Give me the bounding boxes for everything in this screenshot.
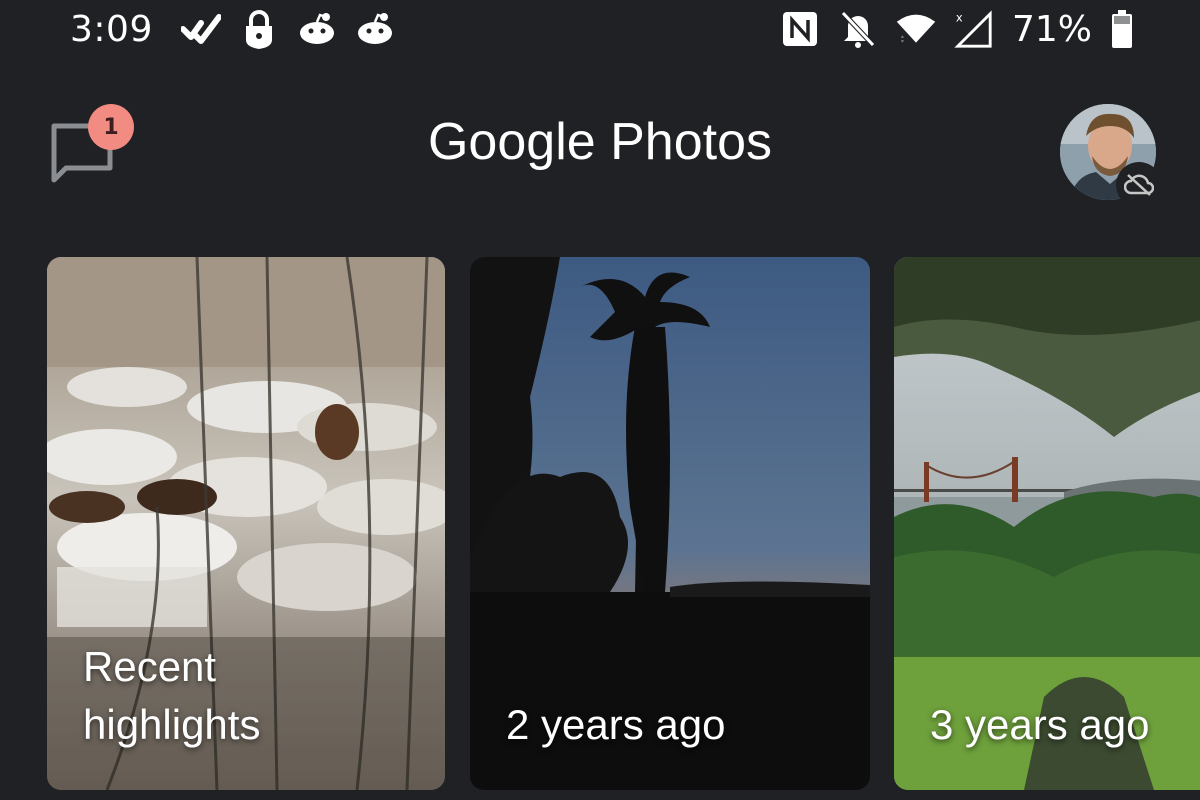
- memory-label: 3 years ago: [930, 696, 1149, 754]
- memory-label: 2 years ago: [506, 696, 725, 754]
- app-title: Google Photos: [0, 112, 1200, 172]
- reddit-icon: [355, 9, 395, 49]
- memory-card-2-years-ago[interactable]: 2 years ago: [470, 257, 870, 790]
- wifi-icon: [896, 9, 936, 49]
- memory-card-3-years-ago[interactable]: 3 years ago: [894, 257, 1200, 790]
- memory-label-line1: 2 years ago: [506, 701, 726, 748]
- battery-icon: [1110, 9, 1134, 49]
- backup-off-badge: [1116, 162, 1162, 208]
- status-bar-right: x 71%: [780, 9, 1134, 50]
- app-header: 1 Google Photos: [0, 90, 1200, 210]
- status-bar: 3:09 x 71%: [0, 0, 1200, 58]
- title-google: Google: [427, 113, 596, 171]
- bell-off-icon: [838, 9, 878, 49]
- status-bar-left: 3:09: [70, 9, 395, 50]
- memory-card-recent-highlights[interactable]: Recent highlights: [47, 257, 445, 790]
- cloud-off-icon: [1124, 174, 1154, 196]
- signal-icon: x: [954, 9, 994, 49]
- lock-icon: [239, 9, 279, 49]
- svg-text:x: x: [956, 10, 963, 24]
- nfc-icon: [780, 9, 820, 49]
- reddit-icon: [297, 9, 337, 49]
- title-photos: Photos: [610, 113, 773, 171]
- memory-label-line1: Recent: [83, 643, 217, 690]
- memory-label-line1: 3 years ago: [930, 701, 1150, 748]
- memory-label: Recent highlights: [83, 638, 260, 754]
- memories-carousel[interactable]: Recent highlights 2 years ago 3 years ag…: [0, 257, 1200, 792]
- battery-percent: 71%: [1011, 8, 1092, 50]
- memory-label-line2: highlights: [83, 701, 261, 748]
- check-icon: [180, 9, 221, 49]
- status-time: 3:09: [70, 8, 153, 50]
